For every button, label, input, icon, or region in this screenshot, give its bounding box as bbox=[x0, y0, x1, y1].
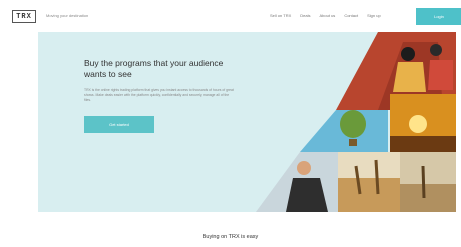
third-image-figure bbox=[421, 165, 426, 199]
hero-title: Buy the programs that your audience want… bbox=[84, 58, 224, 79]
section-heading: Buying on TRX is easy bbox=[202, 234, 259, 240]
cyclist-helmet bbox=[401, 47, 415, 61]
giraffes-sky bbox=[338, 152, 400, 178]
sun bbox=[409, 115, 427, 133]
get-started-button[interactable]: Get started bbox=[84, 116, 154, 133]
nav-item-contact[interactable]: Contact bbox=[344, 13, 358, 18]
man-head bbox=[297, 161, 311, 175]
top-navigation-bar: TRX Moving your destination Sell on TRX … bbox=[8, 6, 461, 28]
nav-item-deals[interactable]: Deals bbox=[300, 13, 310, 18]
main-nav: Sell on TRX Deals About us Contact Sign … bbox=[270, 13, 381, 18]
cyclist-helmet-2 bbox=[430, 44, 442, 56]
login-button[interactable]: Login bbox=[416, 8, 461, 25]
tagline: Moving your destination bbox=[46, 13, 89, 18]
cyclist-jersey bbox=[393, 62, 426, 92]
page: TRX Moving your destination Sell on TRX … bbox=[0, 0, 461, 247]
balloon bbox=[340, 110, 366, 138]
third-image-ground bbox=[400, 184, 456, 212]
nav-item-sell[interactable]: Sell on TRX bbox=[270, 13, 291, 18]
hero-section: Buy the programs that your audience want… bbox=[38, 32, 456, 212]
hero-description: TRX is the online rights trading platfor… bbox=[84, 88, 234, 102]
balloon-basket bbox=[349, 139, 357, 146]
nav-item-sign-up[interactable]: Sign up bbox=[367, 13, 381, 18]
nav-item-about[interactable]: About us bbox=[320, 13, 336, 18]
cyclist-jersey-2 bbox=[428, 60, 453, 90]
trx-logo[interactable]: TRX bbox=[12, 10, 36, 23]
sunset-horizon bbox=[390, 136, 456, 152]
giraffe-neck-2 bbox=[374, 159, 380, 195]
